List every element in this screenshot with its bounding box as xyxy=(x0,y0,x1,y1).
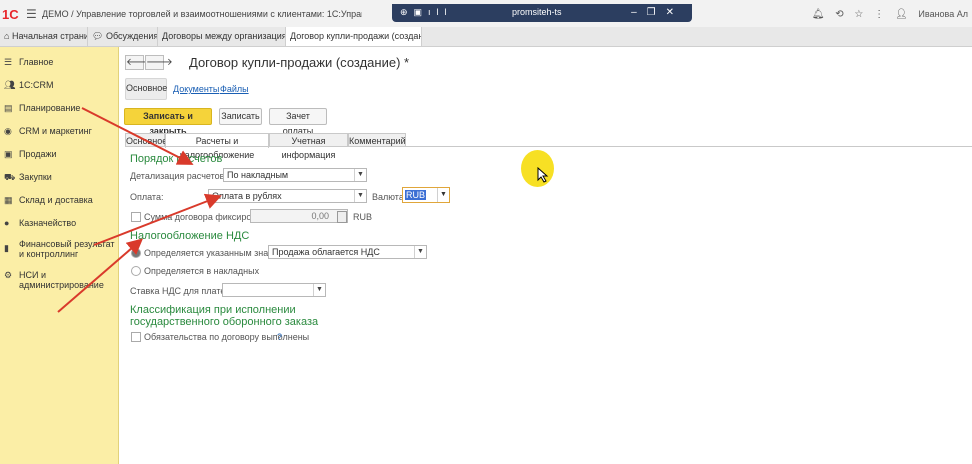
annotation-arrow xyxy=(81,107,194,165)
annotation-arrows xyxy=(57,107,222,313)
annotation-arrow xyxy=(93,193,222,246)
annotation-arrow xyxy=(57,238,144,313)
